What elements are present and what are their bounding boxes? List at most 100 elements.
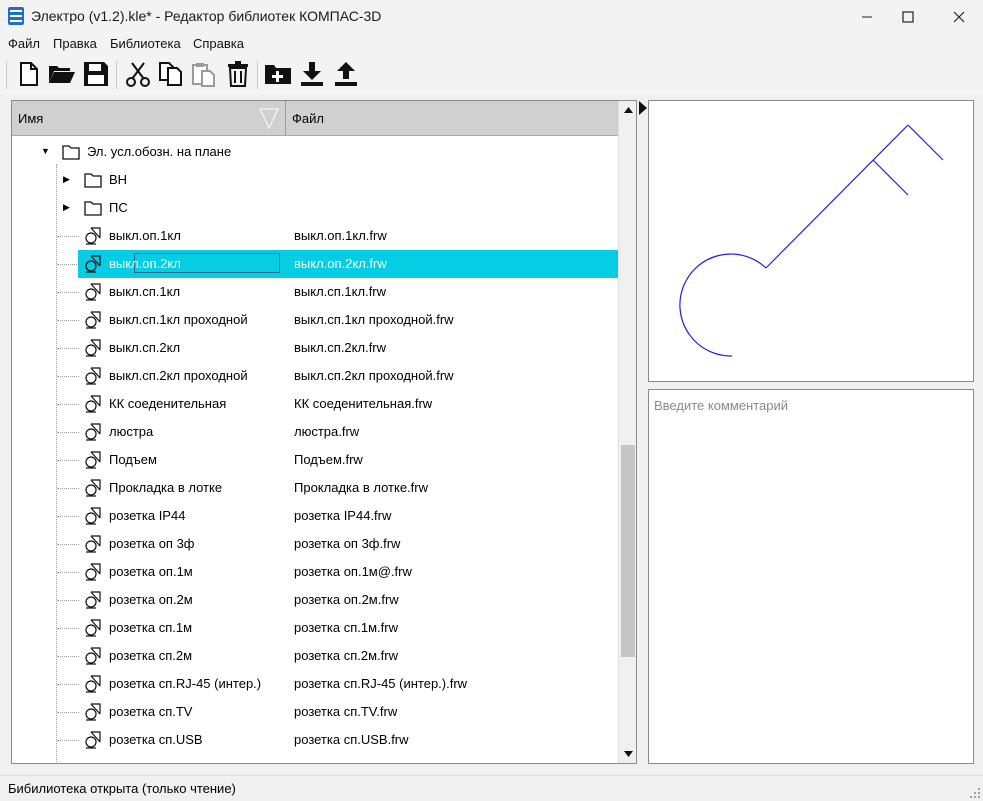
new-folder-button[interactable] (264, 59, 292, 89)
preview-drawing (679, 124, 944, 357)
minimize-icon (862, 16, 872, 17)
toolbar-separator (257, 61, 258, 89)
tree-item[interactable]: КК соеденительная КК соеденительная.frw (12, 390, 618, 418)
new-file-button[interactable] (15, 59, 43, 89)
tree-branch-line (57, 656, 79, 657)
tree-item[interactable]: розетка сп.1м розетка сп.1м.frw (12, 614, 618, 642)
splitter-arrow-icon[interactable] (639, 101, 647, 115)
column-name-header[interactable]: Имя (12, 101, 286, 135)
tree-item-file: КК соеденительная.frw (294, 396, 433, 411)
tree-item-file: выкл.оп.2кл.frw (294, 256, 387, 271)
tree-item[interactable]: выкл.сп.1кл выкл.сп.1кл.frw (12, 278, 618, 306)
tree-item[interactable]: розетка сп.USB розетка сп.USB.frw (12, 726, 618, 754)
tree-folder-item[interactable]: ▶ ВН (12, 166, 618, 194)
tree-item-label: розетка сп.RJ-45 (интер.) (109, 676, 262, 691)
tree-item-label: розетка IP44 (109, 508, 186, 523)
arrow-down-icon (623, 751, 633, 757)
cut-button[interactable] (124, 59, 152, 89)
open-button[interactable] (48, 59, 76, 89)
minimize-button[interactable] (844, 0, 890, 33)
tree-item[interactable]: выкл.сп.1кл проходной выкл.сп.1кл проход… (12, 306, 618, 334)
fragment-icon (85, 507, 101, 525)
tree-item-label: выкл.сп.2кл проходной (109, 368, 248, 383)
fragment-icon (85, 311, 101, 329)
arrow-up-icon (623, 107, 633, 113)
tree-branch-line (57, 572, 79, 573)
tree-branch-line (57, 348, 79, 349)
tree-item-selected[interactable]: выкл.оп.2кл выкл.оп.2кл.frw (12, 250, 618, 278)
expand-arrow-icon[interactable]: ▶ (63, 174, 70, 185)
save-button[interactable] (82, 59, 110, 89)
tree-branch-line (57, 460, 79, 461)
menu-help[interactable]: Справка (193, 36, 244, 51)
library-tree[interactable]: Имя Файл ▼ Эл. усл.обозн. на плане ▶ ВН … (11, 100, 637, 764)
tree-item[interactable]: розетка сп.2м розетка сп.2м.frw (12, 642, 618, 670)
tree-item-file: розетка IP44.frw (294, 508, 392, 523)
tree-item-file: розетка сп.1м.frw (294, 620, 398, 635)
delete-icon (228, 61, 248, 87)
tree-item[interactable]: Подъем Подъем.frw (12, 446, 618, 474)
tree-folder-label: ПС (109, 200, 128, 215)
menu-file[interactable]: Файл (8, 36, 40, 51)
tree-item[interactable]: Прокладка в лотке Прокладка в лотке.frw (12, 474, 618, 502)
tree-scrollbar[interactable] (618, 101, 636, 763)
tree-item[interactable]: выкл.сп.2кл проходной выкл.сп.2кл проход… (12, 362, 618, 390)
tree-item-file: розетка сп.USB.frw (294, 732, 409, 747)
column-file-header[interactable]: Файл (286, 101, 618, 135)
collapse-arrow-icon[interactable]: ▼ (41, 146, 50, 156)
tree-item-label: выкл.оп.2кл (109, 256, 181, 271)
expand-arrow-icon[interactable]: ▶ (63, 202, 70, 213)
fragment-icon (85, 535, 101, 553)
tree-item-label: выкл.сп.1кл проходной (109, 312, 248, 327)
import-icon (301, 62, 323, 86)
tree-item-label: розетка сп.1м (109, 620, 193, 635)
tree-item[interactable]: розетка оп 3ф розетка оп 3ф.frw (12, 530, 618, 558)
export-button[interactable] (332, 59, 360, 89)
copy-button[interactable] (157, 59, 185, 89)
tree-item-label: розетка оп 3ф (109, 536, 195, 551)
fragment-icon (85, 395, 101, 413)
tree-item-label: розетка оп.1м (109, 564, 193, 579)
tree-item-label: розетка оп.2м (109, 592, 193, 607)
scroll-up-button[interactable] (620, 102, 636, 118)
tree-item[interactable]: люстра люстра.frw (12, 418, 618, 446)
tree-item[interactable]: розетка IP44 розетка IP44.frw (12, 502, 618, 530)
tree-item[interactable]: розетка оп.1м розетка оп.1м@.frw (12, 558, 618, 586)
toolbar (0, 55, 983, 95)
tree-item[interactable]: выкл.сп.2кл выкл.сп.2кл.frw (12, 334, 618, 362)
tree-item[interactable]: розетка сп.RJ-45 (интер.) розетка сп.RJ-… (12, 670, 618, 698)
tree-item-label: Подъем (109, 452, 157, 467)
close-button[interactable] (936, 0, 982, 33)
tree-item[interactable]: выкл.оп.1кл выкл.оп.1кл.frw (12, 222, 618, 250)
tree-branch-line (57, 432, 79, 433)
tree-item[interactable]: розетка сп.TV розетка сп.TV.frw (12, 698, 618, 726)
open-folder-icon (49, 66, 75, 83)
status-bar: Бибилиотека открыта (только чтение) (0, 775, 983, 801)
toolbar-separator (116, 61, 117, 89)
tree-branch-line (57, 712, 79, 713)
menu-edit[interactable]: Правка (53, 36, 97, 51)
delete-button[interactable] (224, 59, 252, 89)
tree-branch-line (57, 544, 79, 545)
scroll-down-button[interactable] (620, 746, 636, 762)
fragment-icon (85, 339, 101, 357)
menu-library[interactable]: Библиотека (110, 36, 181, 51)
paste-button[interactable] (190, 59, 218, 89)
tree-folder-item[interactable]: ▶ ПС (12, 194, 618, 222)
tree-folder-root[interactable]: ▼ Эл. усл.обозн. на плане (12, 138, 618, 166)
scroll-thumb[interactable] (621, 445, 635, 657)
import-button[interactable] (298, 59, 326, 89)
maximize-button[interactable] (885, 0, 931, 33)
tree-item-file: выкл.сп.1кл проходной.frw (294, 312, 454, 327)
maximize-icon (902, 10, 914, 23)
tree-branch-line (57, 264, 79, 265)
resize-grip-icon[interactable] (969, 787, 981, 799)
fragment-icon (85, 731, 101, 749)
new-folder-icon (265, 65, 291, 84)
tree-item-label: розетка сп.TV (109, 704, 193, 719)
tree-item-label: розетка сп.USB (109, 732, 203, 747)
comment-box[interactable]: Введите комментарий (648, 389, 974, 764)
tree-item-file: розетка оп.2м.frw (294, 592, 399, 607)
window-title: Электро (v1.2).kle* - Редактор библиотек… (31, 8, 382, 24)
tree-item[interactable]: розетка оп.2м розетка оп.2м.frw (12, 586, 618, 614)
